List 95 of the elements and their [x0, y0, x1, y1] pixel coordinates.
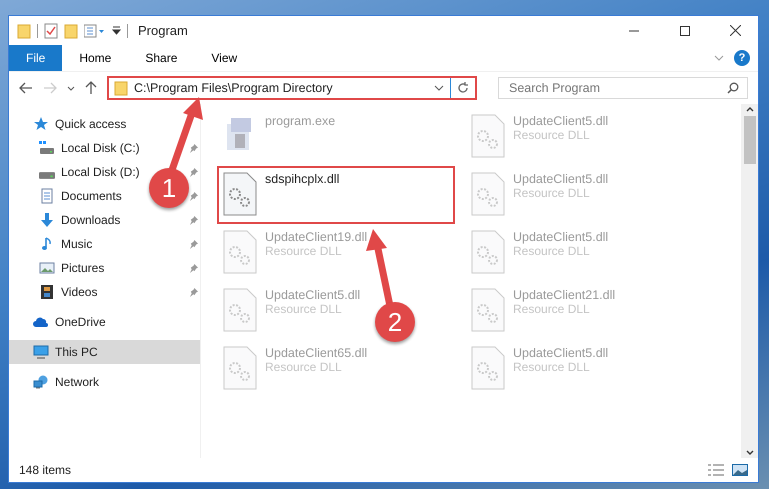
ribbon-tab[interactable]: Share — [128, 45, 194, 71]
folder-icon — [17, 22, 31, 38]
file-type: Resource DLL — [513, 128, 591, 142]
details-view-icon[interactable] — [708, 464, 724, 476]
sidebar-item[interactable]: Downloads — [9, 208, 126, 232]
new-folder-icon — [64, 22, 78, 38]
chevron-down-icon[interactable] — [67, 86, 75, 90]
scrollbar[interactable] — [741, 104, 758, 458]
minimize-button[interactable] — [628, 30, 638, 32]
file-name: sdspihcplx.dll — [265, 172, 340, 186]
close-button[interactable] — [730, 25, 741, 36]
sidebar-item[interactable]: Pictures — [9, 256, 110, 280]
dll-file-icon — [223, 172, 257, 216]
file-type: Resource DLL — [513, 360, 591, 374]
up-arrow-icon[interactable] — [85, 81, 97, 95]
file-name: UpdateClient5.dll — [513, 114, 608, 128]
file-type: Resource DLL — [513, 302, 591, 316]
sidebar-label: Documents — [61, 189, 122, 203]
item-count: 148 items — [19, 463, 72, 477]
document-icon — [39, 188, 55, 204]
picture-icon — [39, 260, 55, 276]
sidebar-item[interactable]: Network — [9, 370, 106, 394]
search-field[interactable]: Search Program — [498, 77, 748, 99]
pin-icon[interactable] — [189, 286, 198, 298]
thumbnail-view-icon[interactable] — [732, 464, 748, 476]
ribbon-tab[interactable]: Home — [62, 45, 128, 71]
dll-file-icon — [471, 114, 505, 158]
file-type: Resource DLL — [265, 360, 343, 374]
sidebar-label: Pictures — [61, 261, 104, 275]
pin-icon[interactable] — [189, 142, 198, 154]
properties-icon[interactable] — [84, 24, 106, 38]
file-type: Resource DLL — [513, 186, 591, 200]
maximize-button[interactable] — [680, 26, 690, 36]
file-name: UpdateClient65.dll — [265, 346, 368, 360]
sidebar-label: Videos — [61, 285, 98, 299]
window-title: Program — [138, 23, 189, 38]
sidebar-label: This PC — [55, 345, 98, 359]
address-bar[interactable]: C:\Program Files\Program Directory — [107, 76, 477, 100]
sidebar-label: Quick access — [55, 117, 126, 131]
monitor-icon — [33, 344, 49, 360]
globe-monitor-icon — [33, 374, 49, 390]
star-icon — [33, 116, 49, 132]
address-path: C:\Program Files\Program Directory — [134, 81, 334, 95]
help-button[interactable]: ? — [734, 50, 750, 66]
dll-file-icon — [223, 288, 257, 332]
file-type: Resource DLL — [265, 244, 343, 258]
dll-file-icon — [471, 288, 505, 332]
file-name: UpdateClient5.dll — [513, 172, 608, 186]
file-name: program.exe — [265, 114, 336, 128]
sidebar-item[interactable]: Documents — [9, 184, 128, 208]
back-arrow-icon[interactable] — [19, 82, 33, 94]
ribbon-tab[interactable]: File — [9, 45, 62, 71]
sidebar-label: OneDrive — [55, 315, 106, 329]
drive-icon — [39, 140, 55, 156]
dll-file-icon — [471, 172, 505, 216]
file-type: Resource DLL — [513, 244, 591, 258]
file-type: Resource DLL — [265, 302, 343, 316]
dll-file-icon — [223, 230, 257, 274]
sidebar-label: Local Disk (C:) — [61, 141, 140, 155]
file-name: UpdateClient5.dll — [265, 288, 360, 302]
sidebar-label: Downloads — [61, 213, 120, 227]
sidebar-item[interactable]: Videos — [9, 280, 104, 304]
file-name: UpdateClient5.dll — [513, 346, 608, 360]
sidebar-label: Local Disk (D:) — [61, 165, 140, 179]
film-icon — [39, 284, 55, 300]
dropdown-icon[interactable] — [112, 26, 121, 35]
pin-icon[interactable] — [189, 166, 198, 178]
ribbon-tab[interactable]: View — [194, 45, 254, 71]
pin-icon[interactable] — [189, 190, 198, 202]
folder-icon — [114, 80, 128, 96]
chevron-down-icon[interactable] — [434, 85, 444, 91]
sidebar-item[interactable]: Local Disk (C:) — [9, 136, 146, 160]
dll-file-icon — [223, 346, 257, 390]
file-name: UpdateClient21.dll — [513, 288, 616, 302]
sidebar-item[interactable]: Local Disk (D:) — [9, 160, 146, 184]
sidebar-item[interactable]: Quick access — [9, 112, 132, 136]
refresh-icon — [457, 82, 469, 94]
file-item[interactable]: sdspihcplx.dll — [217, 166, 455, 224]
file-name: UpdateClient5.dll — [513, 230, 608, 244]
pin-icon[interactable] — [189, 238, 198, 250]
pin-icon[interactable] — [189, 214, 198, 226]
pin-icon[interactable] — [189, 262, 198, 274]
dll-file-icon — [471, 230, 505, 274]
drive-icon — [39, 172, 55, 178]
file-name: UpdateClient19.dll — [265, 230, 368, 244]
sidebar-item[interactable]: OneDrive — [9, 310, 112, 334]
sidebar-item[interactable]: Music — [9, 232, 98, 256]
checklist-icon[interactable] — [44, 22, 58, 38]
search-icon[interactable] — [727, 82, 739, 94]
sidebar-label: Network — [55, 375, 100, 389]
down-arrow-icon — [39, 212, 55, 228]
scrollbar-thumb[interactable] — [744, 116, 756, 164]
sidebar-label: Music — [61, 237, 92, 251]
dll-file-icon — [471, 346, 505, 390]
sidebar-item[interactable]: This PC — [9, 340, 200, 364]
